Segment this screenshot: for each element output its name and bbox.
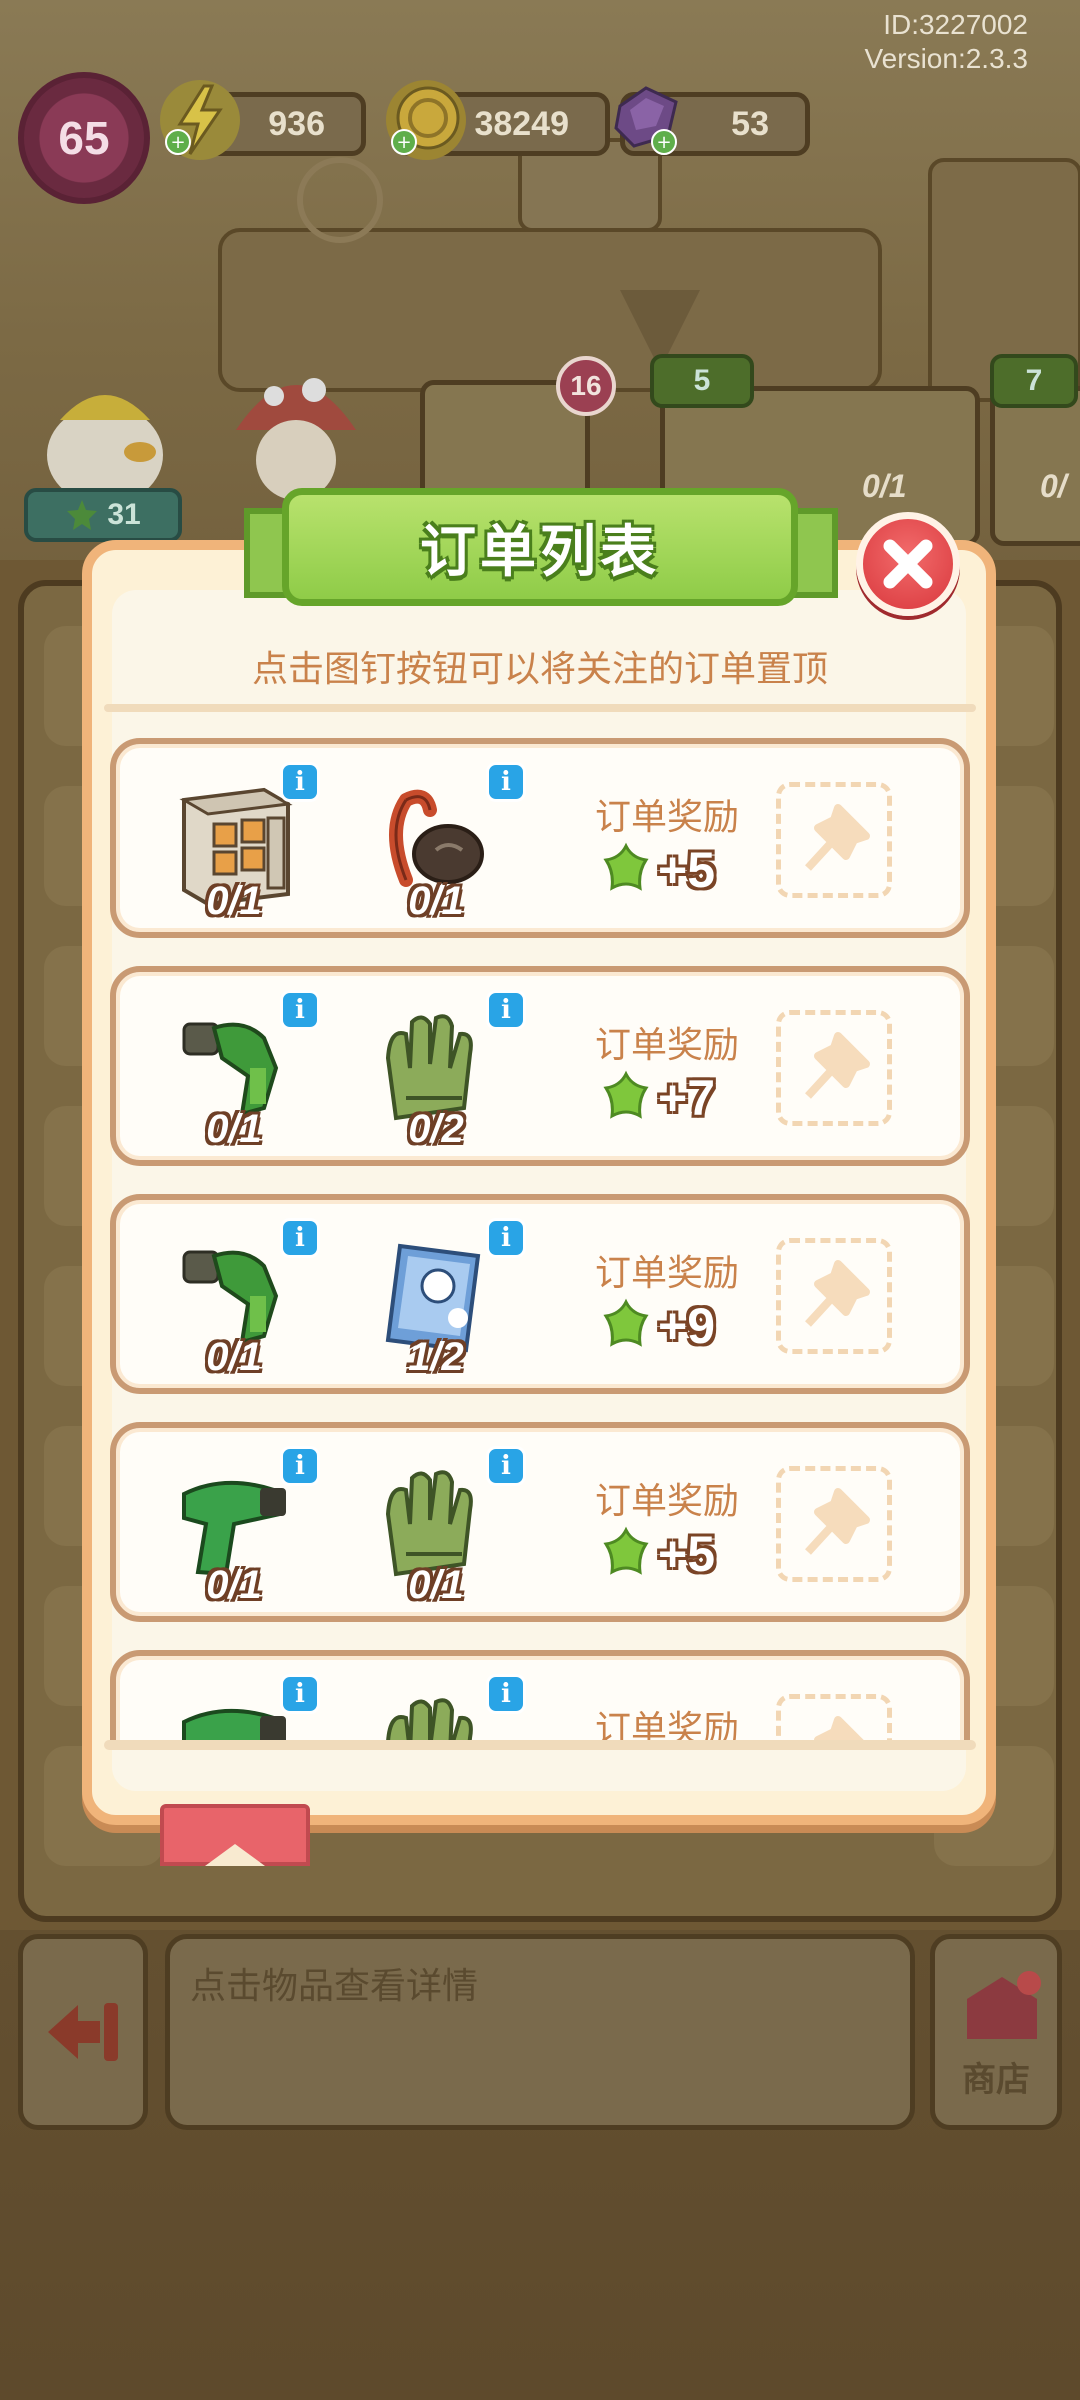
star-icon <box>603 1526 649 1575</box>
pin-icon <box>805 1260 870 1327</box>
item-info-button[interactable]: i <box>486 990 526 1030</box>
pin-button[interactable] <box>776 1694 892 1746</box>
coin-value: 38249 <box>474 104 569 143</box>
energy-icon: + <box>160 80 240 160</box>
star-icon <box>603 1070 649 1119</box>
reward-amount: +5 <box>658 842 716 898</box>
pin-button[interactable] <box>776 1010 892 1126</box>
item-count: 0/1 <box>206 1335 262 1379</box>
item-info-panel: 点击物品查看详情 <box>165 1934 915 2130</box>
gem-icon: + <box>606 80 686 160</box>
list-bottom-divider <box>104 1740 976 1750</box>
order-item-gloves[interactable] <box>366 1682 506 1746</box>
preview-count: 0/1 <box>862 468 907 504</box>
item-count: 0/1 <box>408 1563 464 1607</box>
card-count: 16 <box>570 370 602 401</box>
coin-icon: + <box>386 80 466 160</box>
level-number: 65 <box>58 112 110 164</box>
order-preview-card[interactable] <box>990 386 1080 546</box>
item-info-text: 点击物品查看详情 <box>190 1965 479 2006</box>
svg-text:+: + <box>170 132 185 153</box>
reward-amount: +9 <box>658 1298 716 1354</box>
order-item-card[interactable]: 1/2 <box>366 1226 506 1379</box>
star-icon <box>603 842 649 891</box>
item-info-button[interactable]: i <box>280 762 320 802</box>
shop-icon <box>967 1971 1041 2039</box>
dialog-title-banner: 订单列表 <box>282 488 798 606</box>
pin-button[interactable] <box>776 1466 892 1582</box>
item-info-button[interactable]: i <box>486 1674 526 1714</box>
order-card[interactable]: 0/1 i 1/2 i 订单奖励 +9 <box>110 1194 970 1394</box>
pin-icon <box>805 1488 870 1555</box>
order-card[interactable]: 0/1 i 0/2 i 订单奖励 +7 <box>110 966 970 1166</box>
shop-label: 商店 <box>962 2061 1030 2099</box>
svg-text:+: + <box>656 132 671 153</box>
divider <box>104 704 976 712</box>
reward-amount: +7 <box>658 1070 716 1126</box>
energy-value: 936 <box>268 104 325 143</box>
shop-button[interactable]: 商店 <box>930 1934 1062 2130</box>
order-list[interactable]: 0/1 i 0/1 i 订单奖励 +5 0/1 i 0/2 i 订单奖励 +7 … <box>104 730 976 1746</box>
exit-arrow-icon <box>48 2003 118 2061</box>
close-button[interactable] <box>856 512 960 616</box>
order-star-badge: 5 <box>650 354 754 408</box>
order-star-badge: 7 <box>990 354 1078 408</box>
character-score: 31 <box>107 498 141 531</box>
card-count-badge: 16 <box>556 356 616 416</box>
preview-count: 0/ <box>1040 468 1067 504</box>
character-score-badge: 31 <box>24 488 182 542</box>
item-count: 0/2 <box>408 1107 464 1151</box>
item-info-button[interactable]: i <box>486 1218 526 1258</box>
dialog-title: 订单列表 <box>420 519 660 583</box>
reward-label: 订单奖励 <box>594 1480 739 1521</box>
order-star-value: 5 <box>693 364 711 397</box>
close-icon <box>883 539 933 589</box>
reward-label: 订单奖励 <box>594 796 739 837</box>
order-card[interactable]: i i 订单奖励 <box>110 1650 970 1746</box>
item-info-button[interactable]: i <box>486 762 526 802</box>
version-info: ID:3227002 Version:2.3.3 <box>865 8 1028 76</box>
item-count: 0/1 <box>206 1563 262 1607</box>
order-item-gloves[interactable]: 0/2 <box>366 998 506 1151</box>
bookmark-ribbon <box>160 1804 310 1866</box>
back-button[interactable] <box>18 1934 148 2130</box>
order-star-value: 7 <box>1025 364 1043 397</box>
pin-icon <box>805 804 870 871</box>
reward-label: 订单奖励 <box>594 1252 739 1293</box>
pin-button[interactable] <box>776 1238 892 1354</box>
item-info-button[interactable]: i <box>280 990 320 1030</box>
reward-amount: +5 <box>658 1526 716 1582</box>
item-count: 1/2 <box>408 1335 464 1379</box>
reward-value: +5 <box>598 840 715 900</box>
level-badge[interactable]: 65 <box>18 72 150 204</box>
item-info-button[interactable]: i <box>486 1446 526 1486</box>
item-info-button[interactable]: i <box>280 1218 320 1258</box>
pin-button[interactable] <box>776 782 892 898</box>
order-item-slingshot[interactable]: 0/1 <box>366 770 506 923</box>
mushroom-character[interactable] <box>226 350 366 510</box>
order-item-gloves[interactable]: 0/1 <box>366 1454 506 1607</box>
gem-value: 53 <box>731 104 769 143</box>
item-count: 0/1 <box>408 879 464 923</box>
order-card[interactable]: 0/1 i 0/1 i 订单奖励 +5 <box>110 1422 970 1622</box>
reward-value: +7 <box>598 1068 715 1128</box>
order-card[interactable]: 0/1 i 0/1 i 订单奖励 +5 <box>110 738 970 938</box>
player-id: ID:3227002 <box>883 9 1028 40</box>
version-text: Version:2.3.3 <box>864 43 1028 74</box>
pin-icon <box>805 1032 870 1099</box>
item-info-button[interactable]: i <box>280 1674 320 1714</box>
item-count: 0/1 <box>206 879 262 923</box>
svg-text:+: + <box>396 132 411 153</box>
reward-value: +9 <box>598 1296 715 1356</box>
item-info-button[interactable]: i <box>280 1446 320 1486</box>
reward-label: 订单奖励 <box>594 1024 739 1065</box>
item-count: 0/1 <box>206 1107 262 1151</box>
pin-hint-text: 点击图钉按钮可以将关注的订单置顶 <box>251 648 828 689</box>
star-icon <box>603 1298 649 1347</box>
reward-value: +5 <box>598 1524 715 1584</box>
gloves-icon <box>385 1698 473 1746</box>
